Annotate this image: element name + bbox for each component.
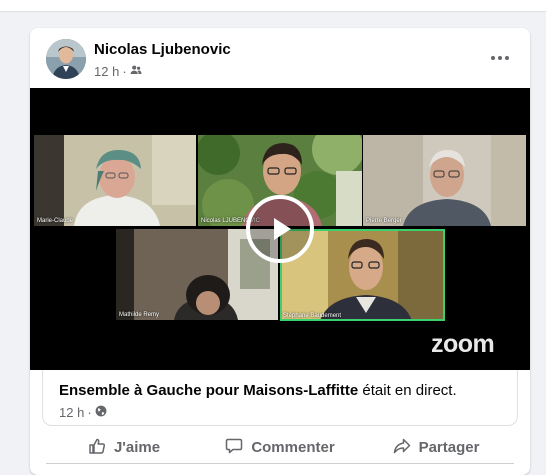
- meta-separator: ·: [122, 64, 127, 79]
- participant-tile: Marie-Claude: [34, 135, 196, 226]
- feed-post: Nicolas Ljubenovic 12 h · Marie-Claude N…: [30, 28, 530, 475]
- live-status-text: Ensemble à Gauche pour Maisons-Laffitte …: [59, 382, 457, 399]
- meta-separator: ·: [87, 405, 92, 420]
- share-icon: [393, 437, 411, 459]
- participant-name: Marie-Claude: [37, 218, 74, 224]
- like-label: J'aime: [113, 439, 161, 456]
- share-button[interactable]: Partager: [358, 432, 514, 463]
- post-actions: J'aime Commenter Partager: [46, 432, 514, 464]
- more-options-icon[interactable]: [486, 46, 514, 70]
- post-meta: 12 h ·: [94, 64, 142, 79]
- live-attachment[interactable]: Ensemble à Gauche pour Maisons-Laffitte …: [42, 370, 518, 426]
- zoom-logo: zoom: [431, 330, 495, 358]
- post-header: Nicolas Ljubenovic 12 h ·: [30, 28, 530, 88]
- comment-label: Commenter: [251, 439, 335, 456]
- globe-icon: [95, 405, 107, 420]
- participant-tile: Pierre Berger: [363, 135, 526, 226]
- live-time[interactable]: 12 h: [59, 405, 84, 420]
- like-button[interactable]: J'aime: [46, 432, 202, 463]
- post-time[interactable]: 12 h: [94, 64, 119, 79]
- video-player[interactable]: Marie-Claude Nicolas LJUBENOVIC Pierre B…: [30, 88, 530, 370]
- participant-name: Stéphane Baudement: [283, 313, 342, 319]
- friends-icon: [130, 64, 142, 79]
- top-navigation-strip: [0, 0, 546, 12]
- like-icon: [88, 437, 106, 459]
- live-status: était en direct.: [362, 382, 457, 399]
- live-meta: 12 h ·: [59, 405, 107, 420]
- participant-name: Pierre Berger: [366, 218, 402, 224]
- comment-button[interactable]: Commenter: [202, 432, 358, 463]
- play-icon[interactable]: [246, 195, 314, 263]
- author-name[interactable]: Nicolas Ljubenovic: [94, 41, 231, 58]
- avatar[interactable]: [46, 39, 86, 79]
- page-name-link[interactable]: Ensemble à Gauche pour Maisons-Laffitte: [59, 382, 358, 399]
- participant-name: Mathilde Remy: [119, 312, 160, 318]
- comment-icon: [225, 437, 243, 459]
- share-label: Partager: [418, 439, 480, 456]
